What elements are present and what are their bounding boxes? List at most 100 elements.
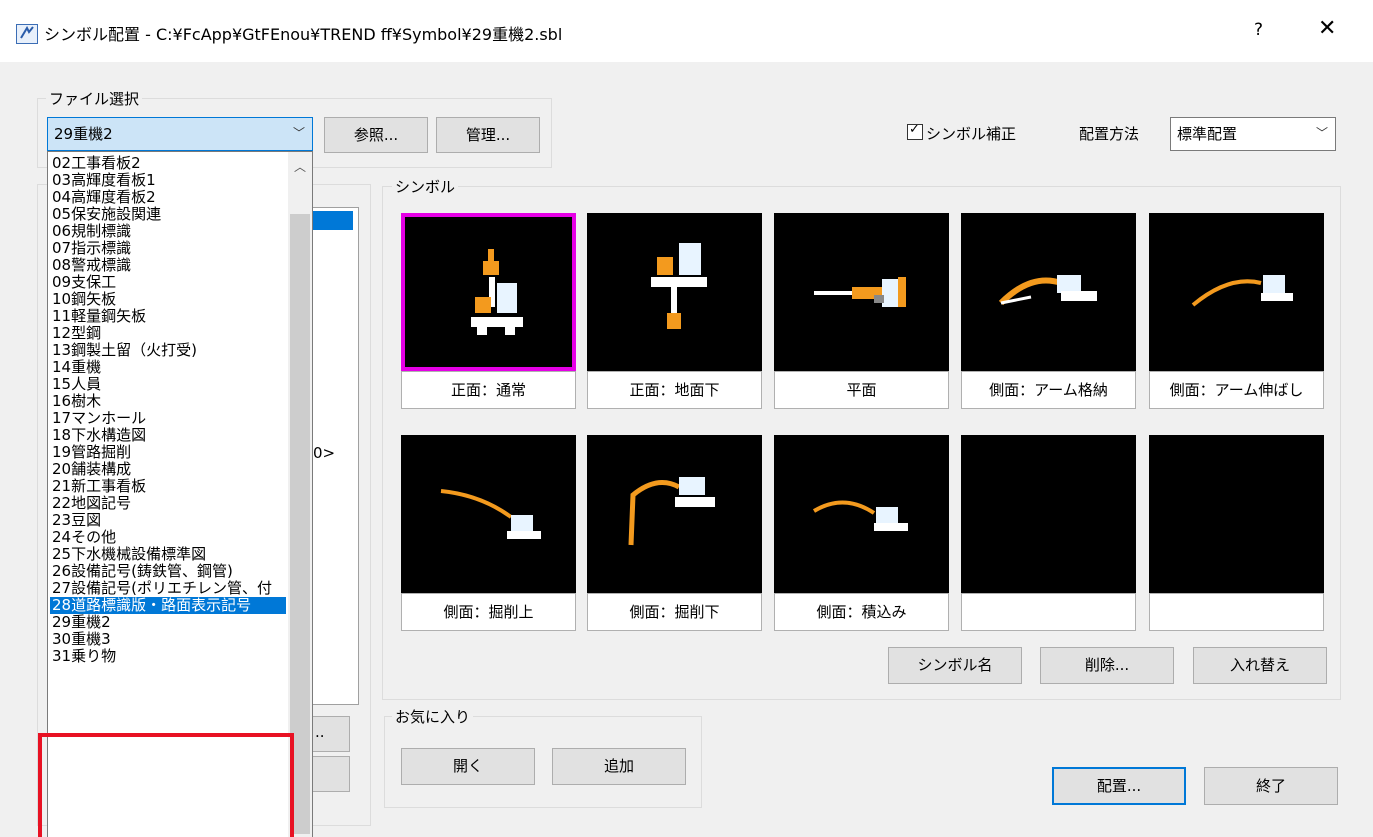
excavator-icon — [814, 277, 906, 307]
symbol-thumbnail[interactable] — [1149, 213, 1324, 371]
dropdown-item[interactable]: 25下水機械設備標準図 — [50, 546, 286, 563]
dropdown-item[interactable]: 04高輝度看板2 — [50, 189, 286, 206]
symbol-thumbnail[interactable] — [587, 435, 762, 593]
symbol-cell[interactable]: 正面：地面下 — [587, 213, 762, 409]
dropdown-item[interactable]: 06規制標識 — [50, 223, 286, 240]
symbol-cell[interactable]: 側面：アーム伸ばし — [1149, 213, 1324, 409]
symbol-caption: 側面：アーム伸ばし — [1149, 371, 1324, 409]
annotation-highlight-box — [38, 733, 294, 837]
help-button[interactable]: ? — [1254, 20, 1263, 40]
dropdown-item[interactable]: 30重機3 — [50, 631, 286, 648]
excavator-icon — [628, 477, 715, 546]
excavator-icon — [998, 275, 1097, 306]
browse-button[interactable]: 参照... — [324, 117, 428, 153]
dropdown-item[interactable]: 18下水構造図 — [50, 427, 286, 444]
symbol-caption — [961, 593, 1136, 631]
symbol-thumbnail[interactable] — [774, 213, 949, 371]
symbol-correction-checkbox[interactable]: ✓ — [907, 122, 923, 140]
chevron-down-icon: ﹀ — [1315, 126, 1328, 140]
placement-method-value: 標準配置 — [1177, 125, 1238, 143]
dropdown-item[interactable]: 12型鋼 — [50, 325, 286, 342]
left-panel-button-peek: .. — [315, 723, 325, 741]
symbol-cell[interactable]: 側面：掘削上 — [401, 435, 576, 631]
excavator-icon — [471, 249, 523, 335]
symbol-placement-dialog: シンボル配置 - C:¥FcApp¥GtFEnou¥TREND ff¥Symbo… — [0, 0, 1373, 837]
symbol-cell[interactable]: 平面 — [774, 213, 949, 409]
symbol-cell[interactable]: 側面：アーム格納 — [961, 213, 1136, 409]
symbol-thumbnail[interactable] — [401, 213, 576, 371]
dropdown-item[interactable]: 20舗装構成 — [50, 461, 286, 478]
dropdown-item[interactable]: 14重機 — [50, 359, 286, 376]
symbol-caption: 側面：アーム格納 — [961, 371, 1136, 409]
swap-button[interactable]: 入れ替え — [1193, 647, 1327, 684]
symbol-cell[interactable]: 側面：掘削下 — [587, 435, 762, 631]
excavator-icon — [1191, 275, 1293, 307]
chevron-up-icon[interactable]: ︿ — [294, 158, 306, 175]
chevron-down-icon: ﹀ — [292, 126, 305, 140]
symbol-name-button[interactable]: シンボル名 — [888, 647, 1022, 684]
dropdown-item[interactable]: 24その他 — [50, 529, 286, 546]
dropdown-item[interactable]: 13鋼製土留（火打受) — [50, 342, 286, 359]
symbol-thumbnail[interactable] — [774, 435, 949, 593]
favorites-open-button[interactable]: 開く — [401, 748, 535, 785]
symbol-thumbnail[interactable] — [587, 213, 762, 371]
favorites-label: お気に入り — [392, 706, 474, 727]
close-icon[interactable]: ✕ — [1318, 16, 1336, 41]
check-icon: ✓ — [909, 122, 920, 137]
place-button[interactable]: 配置... — [1052, 767, 1186, 805]
dropdown-item[interactable]: 26設備記号(鋳鉄管、鋼管) — [50, 563, 286, 580]
window-title: シンボル配置 - C:¥FcApp¥GtFEnou¥TREND ff¥Symbo… — [44, 25, 563, 44]
dropdown-item[interactable]: 27設備記号(ポリエチレン管、付 — [50, 580, 286, 597]
excavator-icon — [651, 243, 707, 329]
file-dropdown-items: 02工事看板2 03高輝度看板1 04高輝度看板2 05保安施設関連 06規制標識 07指… — [50, 155, 286, 665]
symbol-thumbnail[interactable] — [1149, 435, 1324, 593]
dropdown-item[interactable]: 15人員 — [50, 376, 286, 393]
symbol-thumbnail[interactable] — [961, 213, 1136, 371]
symbol-caption: 側面：掘削上 — [401, 593, 576, 631]
symbol-cell[interactable]: 側面：積込み — [774, 435, 949, 631]
dropdown-item[interactable]: 28道路標識版・路面表示記号 — [50, 597, 286, 614]
tree-selection — [313, 211, 353, 230]
dropdown-item[interactable]: 07指示標識 — [50, 240, 286, 257]
symbol-caption: 正面：地面下 — [587, 371, 762, 409]
placement-method-label: 配置方法 — [1079, 125, 1140, 143]
favorites-add-button[interactable]: 追加 — [552, 748, 686, 785]
placement-method-select[interactable]: 標準配置 ﹀ — [1170, 117, 1336, 151]
dropdown-item[interactable]: 05保安施設関連 — [50, 206, 286, 223]
dropdown-item[interactable]: 17マンホール — [50, 410, 286, 427]
dropdown-item[interactable]: 22地図記号 — [50, 495, 286, 512]
dropdown-item[interactable]: 16樹木 — [50, 393, 286, 410]
tree-peek-text: 0> — [313, 444, 336, 462]
symbol-thumbnail[interactable] — [401, 435, 576, 593]
dropdown-item[interactable]: 21新工事看板 — [50, 478, 286, 495]
symbol-correction-label: シンボル補正 — [926, 125, 1017, 143]
file-select-label: ファイル選択 — [46, 88, 143, 109]
delete-button[interactable]: 削除... — [1040, 647, 1174, 684]
dropdown-item[interactable]: 29重機2 — [50, 614, 286, 631]
dropdown-item[interactable]: 11軽量鋼矢板 — [50, 308, 286, 325]
dropdown-item[interactable]: 03高輝度看板1 — [50, 172, 286, 189]
symbol-cell[interactable] — [961, 435, 1136, 631]
manage-button[interactable]: 管理... — [436, 117, 540, 153]
symbol-caption — [1149, 593, 1324, 631]
excavator-icon — [440, 489, 541, 539]
symbol-caption: 側面：掘削下 — [587, 593, 762, 631]
dropdown-item[interactable]: 23豆図 — [50, 512, 286, 529]
dropdown-item[interactable]: 31乗り物 — [50, 648, 286, 665]
symbol-cell[interactable]: 正面：通常 — [401, 213, 576, 409]
dropdown-item[interactable]: 09支保工 — [50, 274, 286, 291]
symbol-cell[interactable] — [1149, 435, 1324, 631]
file-combo[interactable]: 29重機2 ﹀ — [47, 117, 313, 151]
dropdown-item[interactable]: 02工事看板2 — [50, 155, 286, 172]
exit-button[interactable]: 終了 — [1204, 767, 1338, 805]
symbol-group-label: シンボル — [392, 176, 459, 197]
file-combo-value: 29重機2 — [54, 125, 113, 143]
title-bar: シンボル配置 - C:¥FcApp¥GtFEnou¥TREND ff¥Symbo… — [0, 0, 1373, 62]
dropdown-item[interactable]: 19管路掘削 — [50, 444, 286, 461]
dropdown-item[interactable]: 08警戒標識 — [50, 257, 286, 274]
app-icon — [16, 24, 38, 44]
symbol-thumbnail[interactable] — [961, 435, 1136, 593]
symbol-caption: 平面 — [774, 371, 949, 409]
symbol-caption: 正面：通常 — [401, 371, 576, 409]
dropdown-item[interactable]: 10鋼矢板 — [50, 291, 286, 308]
